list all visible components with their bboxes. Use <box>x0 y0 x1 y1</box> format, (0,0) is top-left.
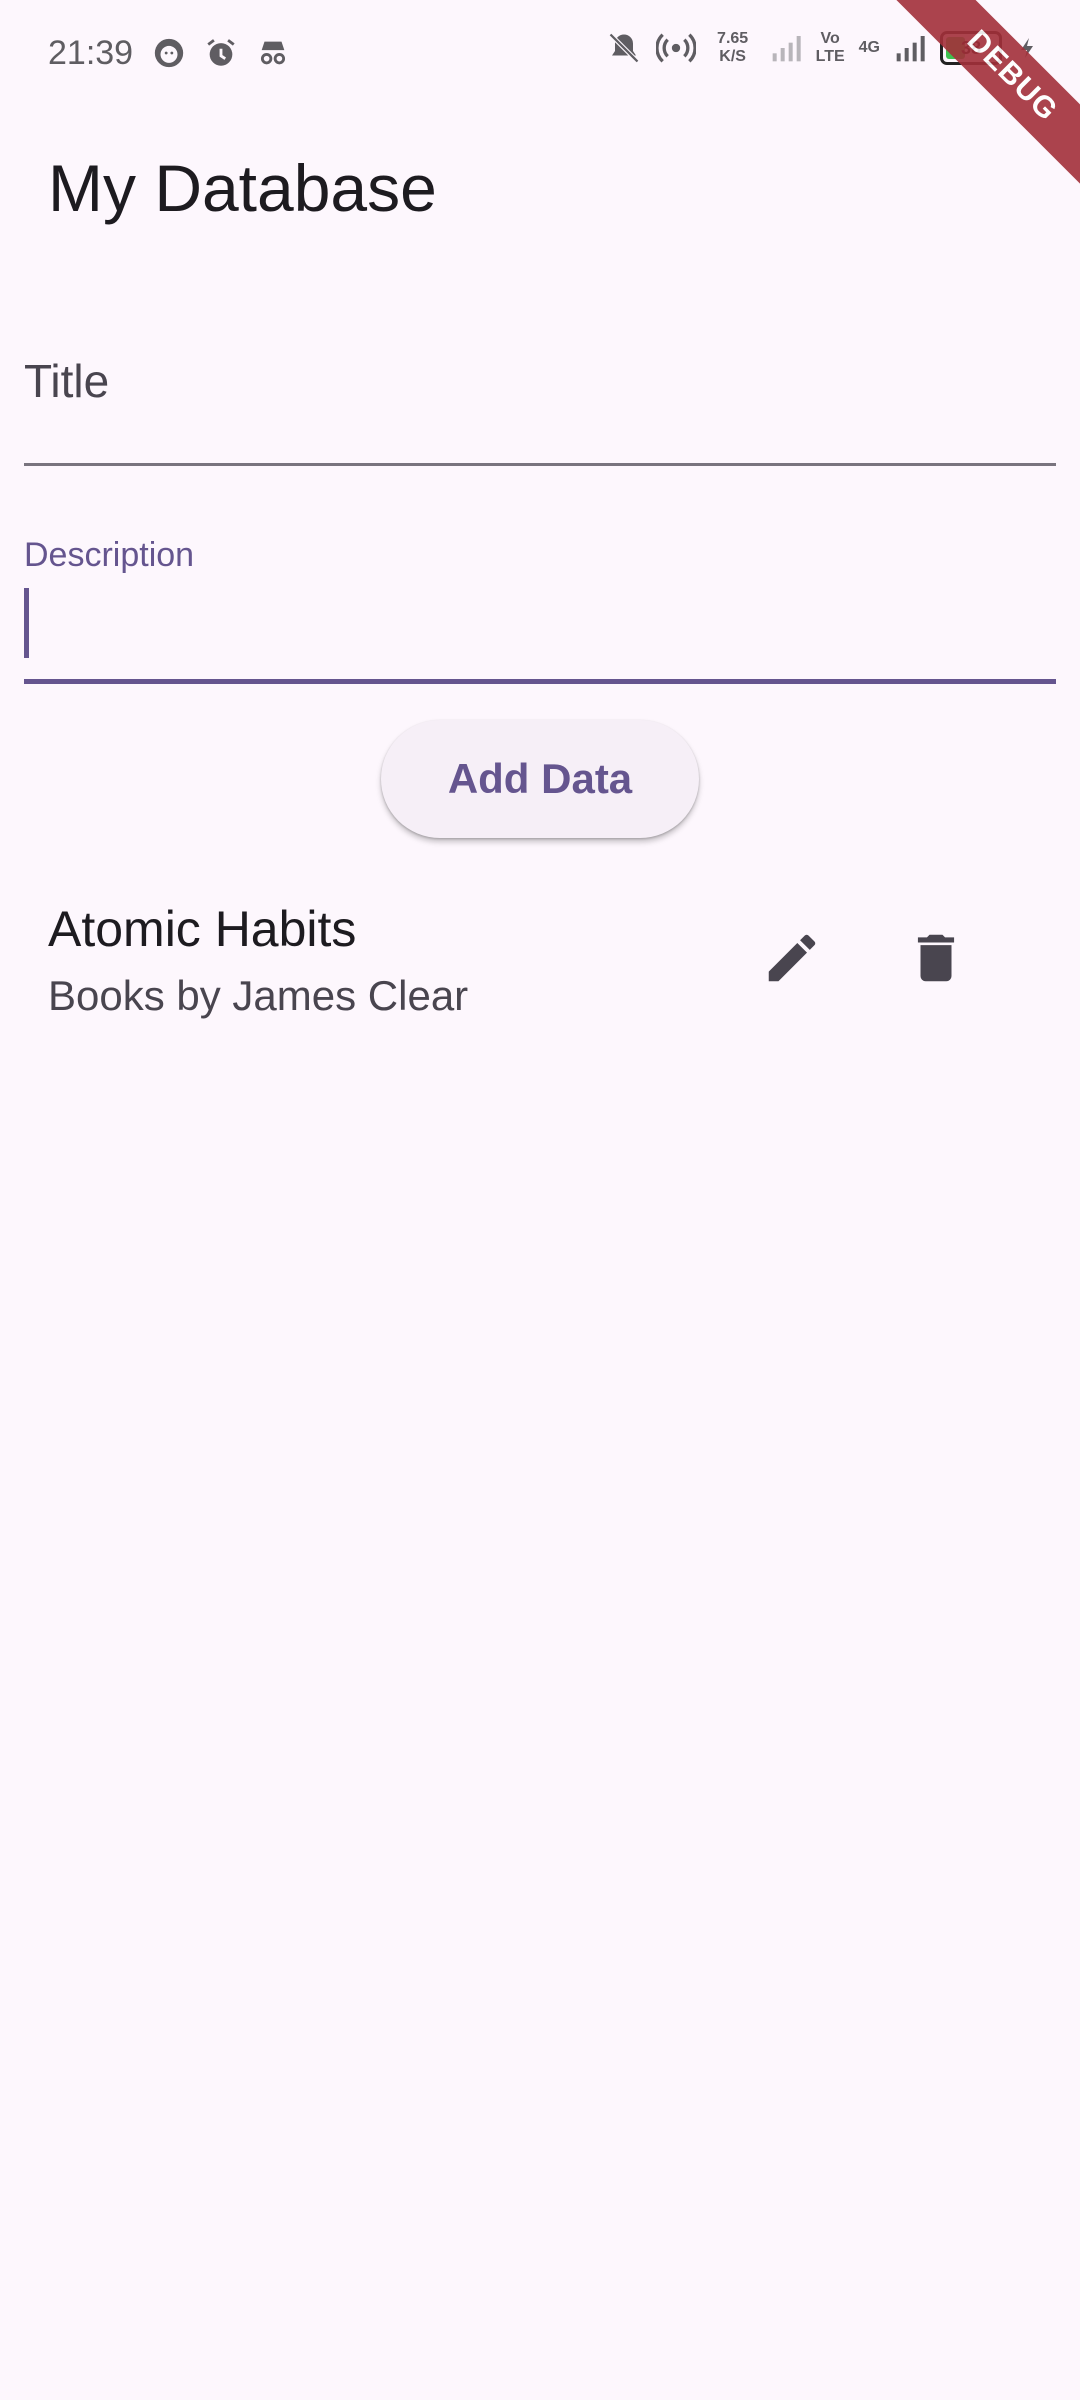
description-input[interactable] <box>24 584 1056 664</box>
status-time: 21:39 <box>48 34 134 72</box>
title-field[interactable]: Title <box>24 330 1056 466</box>
title-field-label: Title <box>24 355 110 407</box>
network-speed-unit: K/S <box>719 48 746 65</box>
volte-indicator: Vo LTE <box>816 30 845 66</box>
signal-icon <box>772 36 801 62</box>
network-speed: 7.65 K/S <box>710 30 756 66</box>
volte-top: Vo <box>820 30 840 47</box>
alarm-icon <box>207 39 235 66</box>
item-subtitle: Books by James Clear <box>48 972 469 1019</box>
page-title: My Database <box>48 151 437 225</box>
network-speed-value: 7.65 <box>717 30 749 47</box>
status-left-icons <box>152 36 290 70</box>
delete-button[interactable] <box>888 910 984 1006</box>
network-type: 4G <box>859 39 880 57</box>
incognito-icon <box>260 41 286 65</box>
item-title: Atomic Habits <box>48 901 357 957</box>
debug-banner-label: DEBUG <box>886 0 1080 200</box>
network-type-label: 4G <box>858 39 880 56</box>
description-field[interactable]: Description <box>24 520 1056 684</box>
face-icon <box>154 38 184 68</box>
hotspot-icon <box>655 33 696 63</box>
trash-icon <box>917 934 955 982</box>
list-item[interactable]: Atomic Habits Books by James Clear <box>0 880 1080 1040</box>
edit-button[interactable] <box>744 910 840 1006</box>
add-data-button[interactable]: Add Data <box>381 720 699 838</box>
debug-banner: DEBUG <box>880 0 1080 200</box>
volte-bottom: LTE <box>815 48 845 65</box>
pencil-icon <box>768 934 816 982</box>
bell-off-icon <box>608 32 639 64</box>
description-field-label: Description <box>24 536 195 574</box>
